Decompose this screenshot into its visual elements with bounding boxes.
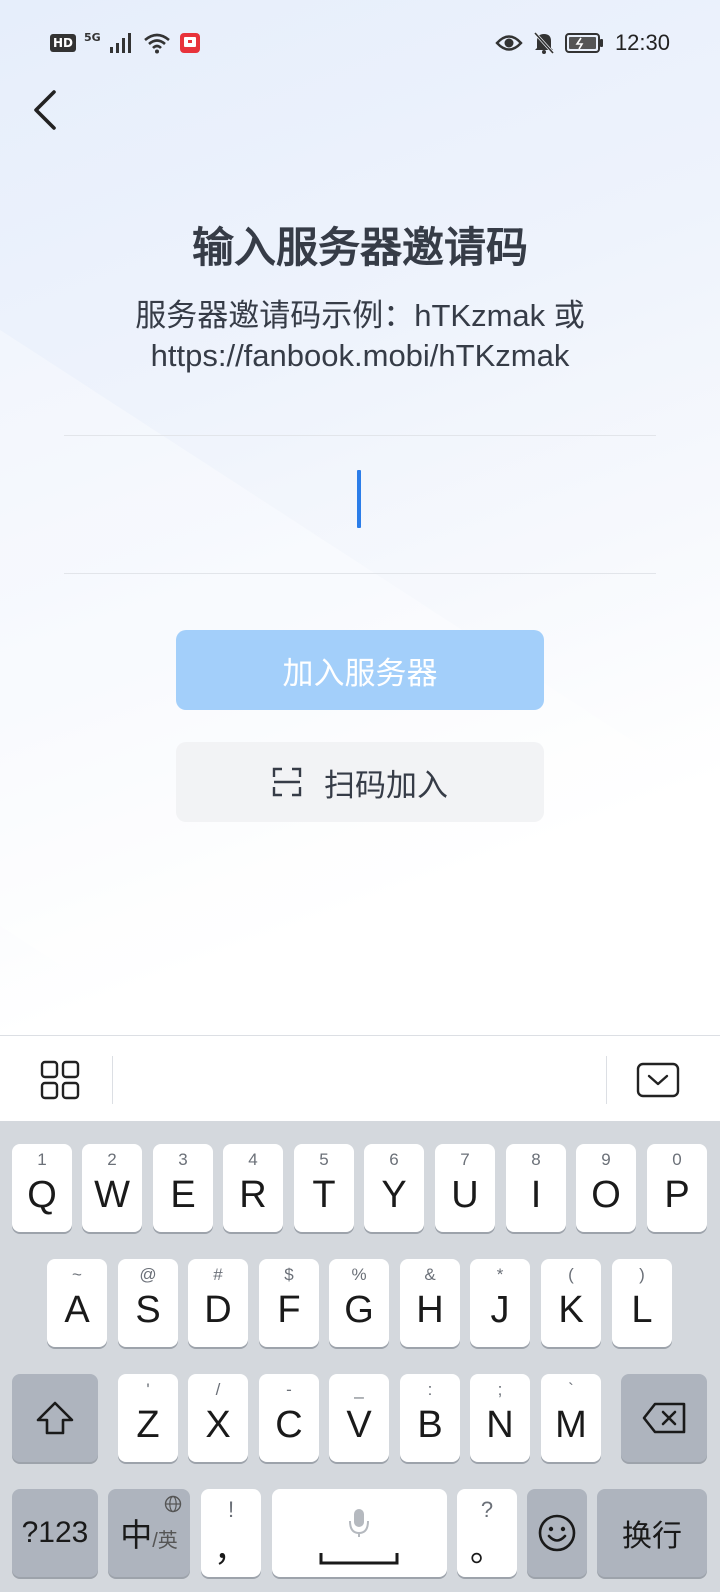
- key-m[interactable]: ` M: [541, 1374, 601, 1462]
- key-j[interactable]: * J: [470, 1259, 530, 1347]
- join-server-button[interactable]: 加入服务器: [176, 630, 544, 710]
- key-k[interactable]: (K: [541, 1259, 601, 1347]
- shift-key[interactable]: [12, 1374, 98, 1462]
- chevron-left-icon: [34, 90, 56, 130]
- key-f[interactable]: $ F: [259, 1259, 319, 1347]
- scan-join-button[interactable]: 扫码加入: [176, 742, 544, 822]
- battery-icon: [564, 33, 603, 53]
- text-caret: [357, 470, 361, 528]
- key-l[interactable]: ) L: [612, 1259, 672, 1347]
- join-server-label: 加入服务器: [282, 655, 438, 692]
- status-bar: HD 5G 12:30: [0, 0, 720, 86]
- key-g[interactable]: % G: [329, 1259, 389, 1347]
- hide-keyboard-button[interactable]: [636, 1058, 680, 1102]
- hint-line-2: https://fanbook.mobi/hTKzmak: [150, 338, 570, 373]
- space-key[interactable]: [272, 1489, 447, 1577]
- grid-icon: [40, 1060, 80, 1100]
- key-d[interactable]: # D: [188, 1259, 248, 1347]
- bell-muted-icon: [533, 31, 555, 55]
- back-button[interactable]: [22, 84, 66, 136]
- status-time: 12:30: [614, 30, 670, 55]
- language-switch-key[interactable]: 中/英: [108, 1489, 190, 1577]
- key-o[interactable]: 9O: [576, 1144, 636, 1232]
- emoji-key[interactable]: [527, 1489, 587, 1577]
- key-a[interactable]: ~ A: [47, 1259, 107, 1347]
- key-s[interactable]: @ S: [118, 1259, 178, 1347]
- microphone-icon: [349, 1509, 369, 1537]
- key-p[interactable]: 0P: [647, 1144, 707, 1232]
- key-q[interactable]: 1Q: [12, 1144, 72, 1232]
- delete-key[interactable]: [621, 1374, 707, 1462]
- hd-badge: HD: [50, 34, 77, 52]
- wifi-icon: [143, 33, 170, 54]
- toolbar-divider: [606, 1056, 607, 1104]
- keyboard-hide-icon: [636, 1062, 680, 1098]
- shift-icon: [36, 1401, 74, 1435]
- soft-keyboard: 1Q 2W 3E 4R 5T 6Y 7U 8I 9O 0P ~ A @ S # D $…: [0, 1121, 720, 1592]
- signal-icon: [109, 33, 131, 53]
- lang-key-sub: /英: [152, 1529, 178, 1552]
- backspace-icon: [642, 1402, 686, 1434]
- input-bottom-divider: [64, 573, 656, 574]
- hint-line-1: 服务器邀请码示例：hTKzmak 或: [135, 298, 585, 333]
- keyboard-toolbar: [0, 1035, 720, 1121]
- scan-icon: [272, 767, 302, 797]
- enter-key[interactable]: 换行: [597, 1489, 707, 1577]
- key-c[interactable]: -C: [259, 1374, 319, 1462]
- key-u[interactable]: 7U: [435, 1144, 495, 1232]
- scan-join-label: 扫码加入: [324, 767, 448, 804]
- lang-key-main: 中: [120, 1517, 153, 1553]
- keyboard-menu-button[interactable]: [38, 1058, 82, 1102]
- invite-code-hint: 服务器邀请码示例：hTKzmak 或 https://fanbook.mobi/…: [60, 296, 660, 376]
- enter-key-label: 换行: [622, 1520, 682, 1553]
- key-r[interactable]: 4R: [223, 1144, 283, 1232]
- key-n[interactable]: ; N: [470, 1374, 530, 1462]
- status-left: HD 5G: [50, 30, 201, 56]
- numbers-key[interactable]: ?123: [12, 1489, 98, 1577]
- key-e[interactable]: 3E: [153, 1144, 213, 1232]
- key-i[interactable]: 8I: [506, 1144, 566, 1232]
- globe-icon: [164, 1495, 182, 1513]
- space-bar-icon: [319, 1553, 399, 1565]
- period-key[interactable]: ? 。: [457, 1489, 517, 1577]
- key-w[interactable]: 2W: [82, 1144, 142, 1232]
- comma-key[interactable]: ! ，: [201, 1489, 261, 1577]
- app-notification-icon: [179, 33, 200, 53]
- eye-icon: [495, 35, 523, 51]
- page-title: 输入服务器邀请码: [191, 223, 528, 272]
- key-z[interactable]: ' Z: [118, 1374, 178, 1462]
- key-t[interactable]: 5T: [294, 1144, 354, 1232]
- toolbar-divider: [112, 1056, 113, 1104]
- numbers-key-label: ?123: [21, 1516, 89, 1549]
- key-h[interactable]: & H: [400, 1259, 460, 1347]
- emoji-icon: [538, 1514, 576, 1552]
- key-v[interactable]: _ V: [329, 1374, 389, 1462]
- key-y[interactable]: 6Y: [364, 1144, 424, 1232]
- status-right: 12:30: [495, 28, 670, 58]
- key-b[interactable]: :B: [400, 1374, 460, 1462]
- network-type: 5G: [84, 30, 101, 44]
- key-x[interactable]: / X: [188, 1374, 248, 1462]
